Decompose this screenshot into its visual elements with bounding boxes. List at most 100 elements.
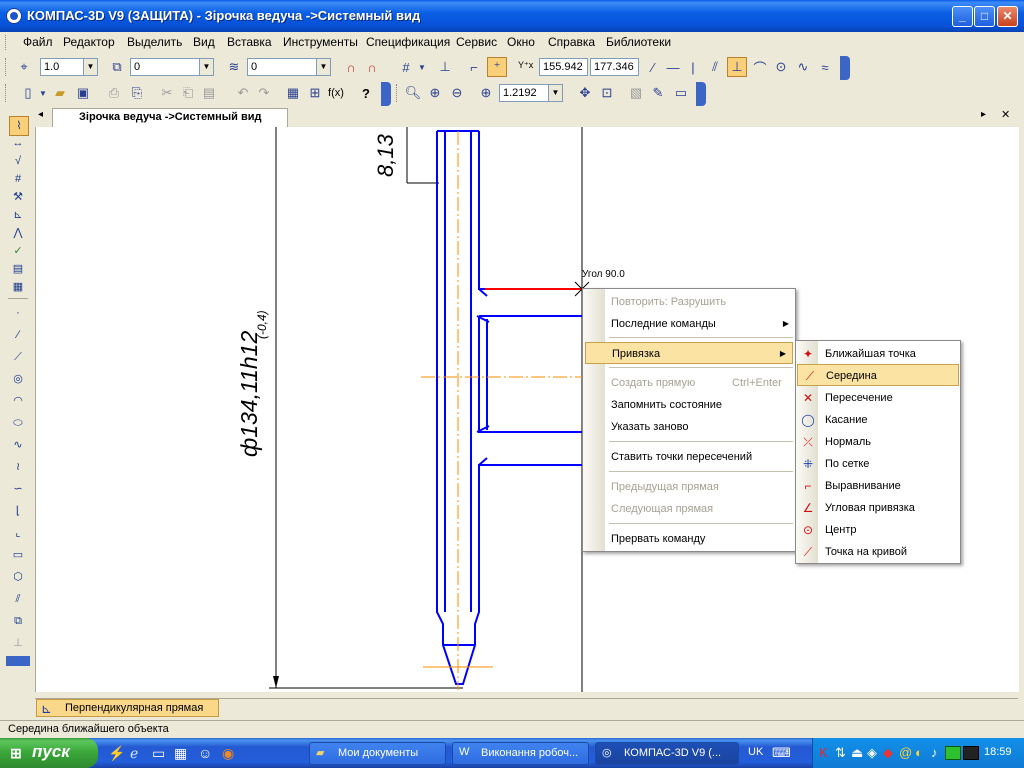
zoom-in-icon[interactable]: ⊕	[425, 83, 445, 103]
chamfer-tool-icon[interactable]: ⌊	[9, 502, 27, 520]
horizontal-line-icon[interactable]: —	[663, 57, 683, 77]
polygon-tool-icon[interactable]: ⬡	[9, 568, 27, 586]
zoom-field[interactable]: 1.2192	[499, 84, 549, 102]
snap-item-nearest-point[interactable]: ✦ Ближайшая точка	[796, 343, 960, 365]
close-button[interactable]: ✕	[997, 6, 1018, 27]
ortho-icon[interactable]: ⌐	[464, 57, 484, 77]
curve-icon[interactable]: ∿	[793, 57, 813, 77]
tab-scroll-right-icon[interactable]: ▸	[981, 109, 986, 120]
snap-item-intersection[interactable]: ✕ Пересечение	[796, 387, 960, 409]
zoom-dropdown[interactable]: ▼	[549, 84, 563, 102]
style-icon[interactable]: ≋	[224, 57, 244, 77]
toolbar-grip[interactable]	[5, 58, 9, 76]
circle-tool-icon[interactable]: ◎	[9, 370, 27, 388]
pan-icon[interactable]: ✥	[575, 83, 595, 103]
menu-libraries[interactable]: Библиотеки	[606, 35, 671, 49]
style-dropdown[interactable]: ▼	[317, 58, 331, 76]
tray-antivirus-icon[interactable]: ◆	[883, 745, 893, 761]
task-kompas[interactable]: ◎ КОМПАС-3D V9 (...	[595, 742, 739, 765]
layer-field[interactable]: 0	[130, 58, 200, 76]
tray-speaker-icon[interactable]: ♪	[931, 745, 938, 760]
snap-item-midpoint[interactable]: ⟋ Середина	[797, 364, 959, 386]
show-desktop-icon[interactable]: ▭	[152, 745, 165, 762]
tray-monitor-icon[interactable]	[963, 746, 979, 760]
tray-agent-icon[interactable]: @	[899, 745, 912, 760]
layer-icon[interactable]: ⧉	[107, 57, 127, 77]
menu-item-repeat[interactable]: Повторить: Разрушить	[583, 291, 795, 313]
auxiliary-line-icon[interactable]: ∕	[9, 326, 27, 344]
redo-icon[interactable]: ↷	[254, 83, 274, 103]
title-bar[interactable]: КОМПАС-3D V9 (ЗАЩИТА) - Зірочка ведуча -…	[0, 0, 1024, 32]
open-folder-icon[interactable]: ▰	[50, 83, 70, 103]
style-field[interactable]: 0	[247, 58, 317, 76]
menu-item-snap[interactable]: Привязка ▶	[585, 342, 793, 364]
task-my-documents[interactable]: ▰ Мои документы	[309, 742, 446, 765]
kompas-app-icon[interactable]	[6, 8, 22, 24]
show-all-icon[interactable]: ⊡	[597, 83, 617, 103]
paint-icon[interactable]: ✎	[648, 83, 668, 103]
perpendicular-line-icon[interactable]: ⊥	[727, 57, 747, 77]
internet-explorer-icon[interactable]: ℯ	[130, 745, 138, 762]
grid-dropdown-icon[interactable]: ▼	[412, 57, 432, 77]
menu-file[interactable]: Файл	[23, 35, 53, 49]
menu-tools[interactable]: Инструменты	[283, 35, 358, 49]
language-indicator[interactable]: UK	[748, 746, 763, 758]
menu-item-next-line[interactable]: Следующая прямая	[583, 498, 795, 520]
undo-icon[interactable]: ↶	[233, 83, 253, 103]
keyboard-icon[interactable]: ⌨	[772, 745, 791, 761]
help-button[interactable]: ?	[356, 83, 376, 103]
tab-perpendicular-line[interactable]: ⊾ Перпендикулярная прямая	[36, 699, 219, 717]
copy-icon[interactable]: ⎗	[178, 83, 198, 103]
menu-editor[interactable]: Редактор	[63, 35, 115, 49]
associative-views-icon[interactable]: ✓	[9, 242, 27, 260]
vertical-line-icon[interactable]: |	[683, 57, 703, 77]
paste-icon[interactable]: ▤	[199, 83, 219, 103]
menu-item-intersection-points[interactable]: Ставить точки пересечений	[583, 446, 795, 468]
menu-view[interactable]: Вид	[193, 35, 215, 49]
line-scale-dropdown[interactable]: ▼	[84, 58, 98, 76]
toolbar-grip[interactable]	[396, 84, 400, 102]
edit-panel-icon[interactable]: #	[9, 170, 27, 188]
tray-bluetooth-icon[interactable]: ◈	[867, 745, 877, 761]
messenger-icon[interactable]: ☺	[198, 745, 212, 761]
start-button[interactable]: ⊞ пуск	[0, 738, 98, 768]
menu-item-create-line[interactable]: Создать прямую Ctrl+Enter	[583, 372, 795, 394]
rectangle-tool-icon[interactable]: ▭	[9, 546, 27, 564]
bezier-tool-icon[interactable]: ≀	[9, 458, 27, 476]
menu-item-remember-state[interactable]: Запомнить состояние	[583, 394, 795, 416]
geometry-panel-icon[interactable]: ⌇	[9, 116, 29, 136]
save-icon[interactable]: ▣	[73, 83, 93, 103]
toolbar-end-handle[interactable]	[696, 82, 706, 106]
arc-tool-icon[interactable]: ◠	[9, 392, 27, 410]
toolbar-grip[interactable]	[5, 35, 9, 50]
reports-panel-icon[interactable]: ▦	[9, 278, 27, 296]
parallel-line-icon[interactable]: ⫽	[705, 57, 725, 77]
calculator-icon[interactable]: ▦	[174, 745, 187, 762]
cut-icon[interactable]: ✂	[157, 83, 177, 103]
macro-tool-icon[interactable]: ⧉	[9, 612, 27, 630]
coord-y-field[interactable]: 177.346	[590, 58, 639, 76]
fillet-tool-icon[interactable]: ⌞	[9, 524, 27, 542]
tab-document[interactable]: Зірочка ведуча ->Системный вид	[52, 108, 288, 127]
toolbar-end-handle[interactable]	[381, 82, 391, 106]
zoom-out-icon[interactable]: ⊖	[447, 83, 467, 103]
manager-icon[interactable]: ▦	[283, 83, 303, 103]
magnet-local-icon[interactable]: ∩	[362, 57, 382, 77]
zoom-window-icon[interactable]: 🔍︎	[403, 83, 423, 103]
zoom-scale-icon[interactable]: ⊕	[476, 83, 496, 103]
minimize-button[interactable]: _	[952, 6, 973, 27]
firefox-icon[interactable]: ◉	[222, 745, 234, 762]
snap-item-grid[interactable]: ⁜ По сетке	[796, 453, 960, 475]
tray-kaspersky-icon[interactable]: K	[819, 745, 828, 760]
tray-battery-icon[interactable]	[945, 746, 961, 760]
tab-close-icon[interactable]: ✕	[1001, 108, 1010, 121]
maximize-button[interactable]: □	[974, 6, 995, 27]
notation-panel-icon[interactable]: √	[9, 152, 27, 170]
polyline-tool-icon[interactable]: ∿	[9, 436, 27, 454]
variables-icon[interactable]: ⊞	[305, 83, 325, 103]
menu-service[interactable]: Сервис	[456, 35, 497, 49]
nurbs-tool-icon[interactable]: ∽	[9, 480, 27, 498]
circle-tangent-icon[interactable]: ⊙	[771, 57, 791, 77]
menu-item-recent-commands[interactable]: Последние команды ▶	[583, 313, 795, 335]
tray-usb-icon[interactable]: ⏏	[851, 745, 863, 761]
